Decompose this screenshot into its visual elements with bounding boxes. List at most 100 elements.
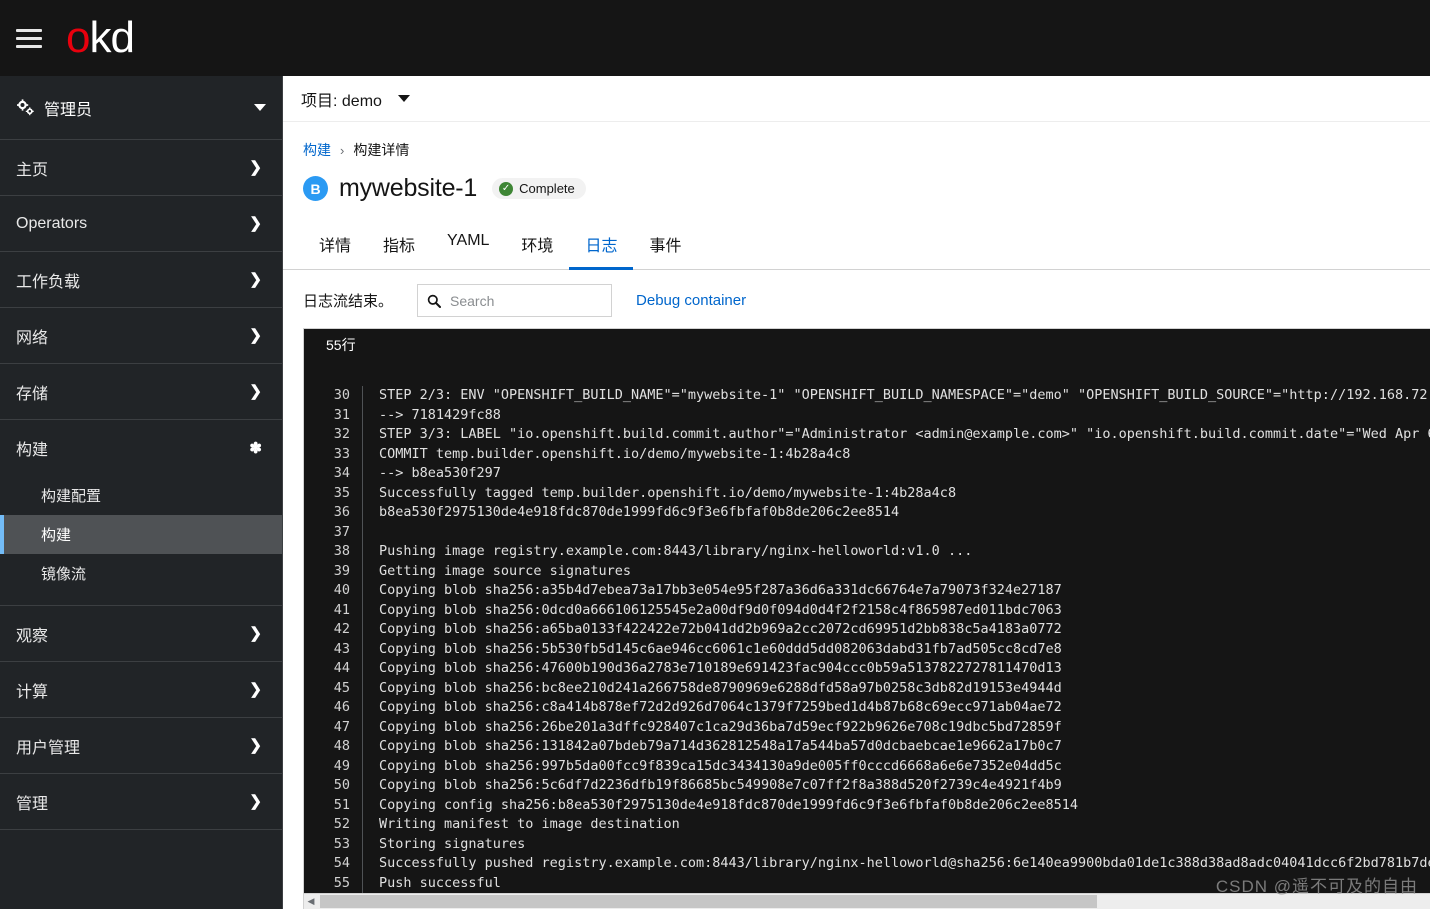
log-line-text: Getting image source signatures <box>362 561 1430 581</box>
chevron-down-icon <box>254 104 266 111</box>
log-line: 51 Copying config sha256:b8ea530f2975130d… <box>304 795 1430 815</box>
log-line: 47 Copying blob sha256:26be201a3dffc92840… <box>304 717 1430 737</box>
tab-environment[interactable]: 环境 <box>505 222 569 270</box>
sidebar-item-builds[interactable]: 构建 ✽ <box>0 420 282 476</box>
breadcrumb: 构建 › 构建详情 <box>303 140 1410 160</box>
project-selector-label[interactable]: 项目: demo <box>301 87 382 111</box>
menu-icon[interactable] <box>14 25 44 51</box>
log-line-count: 55行 <box>304 329 1430 359</box>
log-line-number: 46 <box>333 699 350 715</box>
log-line-number: 53 <box>333 835 350 852</box>
log-line-number: 34 <box>333 465 350 481</box>
log-line-text: Copying blob sha256:a35b4d7ebea73a17bb3e… <box>362 581 1430 601</box>
log-body[interactable]: 30 STEP 2/3: ENV "OPENSHIFT_BUILD_NAME"="… <box>304 359 1430 893</box>
sidebar-item-label: 工作负载 <box>16 273 81 291</box>
log-line-number: 42 <box>333 621 350 637</box>
log-line-number: 32 <box>333 426 350 442</box>
sidebar-item-observe[interactable]: 观察 ❯ <box>0 606 282 662</box>
tab-logs[interactable]: 日志 <box>569 222 634 270</box>
log-line-text: STEP 3/3: LABEL "io.openshift.build.comm… <box>362 425 1430 445</box>
tab-events[interactable]: 事件 <box>633 222 697 270</box>
log-line-number: 41 <box>333 601 350 618</box>
log-viewer: 55行 30 STEP 2/3: ENV "OPENSHIFT_BUILD_NAM… <box>303 328 1430 909</box>
project-bar: 项目: demo <box>283 76 1430 122</box>
log-line: 49 Copying blob sha256:997b5da00fcc9f839c… <box>304 756 1430 776</box>
tab-yaml[interactable]: YAML <box>431 222 505 270</box>
okd-logo[interactable]: o kd <box>66 13 135 62</box>
log-line-number: 49 <box>333 757 350 774</box>
search-input[interactable] <box>418 285 612 316</box>
sidebar-item-image-streams[interactable]: 镜像流 <box>0 554 282 593</box>
log-line-number: 39 <box>333 562 350 579</box>
chevron-right-icon: ❯ <box>249 737 262 754</box>
log-line-text: Writing manifest to image destination <box>362 815 1430 835</box>
tab-metrics[interactable]: 指标 <box>367 222 431 270</box>
sidebar-item-operators[interactable]: Operators ❯ <box>0 196 282 252</box>
log-line-number: 36 <box>333 504 350 520</box>
sidebar-item-build-configs[interactable]: 构建配置 <box>0 476 282 515</box>
sidebar-item-label: 观察 <box>16 627 49 645</box>
log-line-number: 33 <box>333 445 350 462</box>
log-line-text: COMMIT temp.builder.openshift.io/demo/my… <box>362 444 1430 464</box>
sidebar-item-user-management[interactable]: 用户管理 ❯ <box>0 718 282 774</box>
sidebar-item-builds-list[interactable]: 构建 <box>0 515 282 554</box>
log-line-text: Copying config sha256:b8ea530f2975130de4… <box>362 795 1430 815</box>
log-line-number: 38 <box>333 543 350 559</box>
sidebar-item-label: 构建 <box>16 442 49 459</box>
log-line-number: 30 <box>333 387 350 403</box>
log-line: 37 <box>304 522 1430 542</box>
log-line-text: Successfully tagged temp.builder.openshi… <box>362 483 1430 503</box>
sidebar-item-label: 存储 <box>16 385 49 403</box>
body: 管理员 主页 ❯ Operators ❯ 工作负载 ❯ 网络 ❯ 存储 ❯ 构建… <box>0 76 1430 909</box>
log-line-text: STEP 2/3: ENV "OPENSHIFT_BUILD_NAME"="my… <box>362 386 1430 406</box>
perspective-switcher[interactable]: 管理员 <box>0 76 282 140</box>
breadcrumb-parent-link[interactable]: 构建 <box>303 140 331 160</box>
log-line-text: Copying blob sha256:c8a414b878ef72d2d926… <box>362 698 1430 718</box>
horizontal-scrollbar[interactable]: ◀ <box>304 893 1430 909</box>
log-line: 46 Copying blob sha256:c8a414b878ef72d2d9… <box>304 698 1430 718</box>
sidebar-nav: 主页 ❯ Operators ❯ 工作负载 ❯ 网络 ❯ 存储 ❯ 构建 ✽ 构… <box>0 140 282 830</box>
log-line: 45 Copying blob sha256:bc8ee210d241a26675… <box>304 678 1430 698</box>
menu-bar-3 <box>16 44 42 48</box>
chevron-down-icon[interactable] <box>397 95 410 102</box>
debug-container-link[interactable]: Debug container <box>636 292 746 309</box>
log-line-text: Pushing image registry.example.com:8443/… <box>362 542 1430 562</box>
sidebar-item-administration[interactable]: 管理 ❯ <box>0 774 282 830</box>
cogs-icon <box>16 99 34 117</box>
sidebar-item-home[interactable]: 主页 ❯ <box>0 140 282 196</box>
chevron-right-icon: ❯ <box>249 271 262 288</box>
log-line-number: 52 <box>333 816 350 832</box>
perspective-label: 管理员 <box>44 101 93 119</box>
logo-o: o <box>66 13 91 62</box>
logo-kd: kd <box>89 13 134 62</box>
log-line-text: Copying blob sha256:997b5da00fcc9f839ca1… <box>362 756 1430 776</box>
search-box[interactable] <box>417 284 613 317</box>
log-line-text: Copying blob sha256:5c6df7d2236dfb19f866… <box>362 776 1430 796</box>
log-line-text: Copying blob sha256:26be201a3dffc928407c… <box>362 717 1430 737</box>
log-line-number: 54 <box>333 855 350 871</box>
log-line: 33 COMMIT temp.builder.openshift.io/demo/… <box>304 444 1430 464</box>
scroll-left-arrow[interactable]: ◀ <box>304 897 318 906</box>
sidebar-item-networking[interactable]: 网络 ❯ <box>0 308 282 364</box>
sidebar-item-workloads[interactable]: 工作负载 ❯ <box>0 252 282 308</box>
log-line-number: 55 <box>333 874 350 891</box>
sidebar-subitem-label: 镜像流 <box>41 566 87 583</box>
chevron-right-icon: ❯ <box>249 327 262 344</box>
sidebar-section-spacer <box>0 593 282 605</box>
log-line: 40 Copying blob sha256:a35b4d7ebea73a17bb… <box>304 581 1430 601</box>
log-line-number: 44 <box>333 660 350 676</box>
sidebar-item-compute[interactable]: 计算 ❯ <box>0 662 282 718</box>
log-line: 55 Push successful <box>304 873 1430 893</box>
log-line: 38 Pushing image registry.example.com:844… <box>304 542 1430 562</box>
resource-badge-build: B <box>303 176 328 201</box>
log-line-text: Copying blob sha256:131842a07bdeb79a714d… <box>362 737 1430 757</box>
sidebar-item-storage[interactable]: 存储 ❯ <box>0 364 282 420</box>
breadcrumb-separator: › <box>340 142 345 158</box>
breadcrumb-current: 构建详情 <box>353 142 410 158</box>
search-icon <box>427 294 442 308</box>
tab-details[interactable]: 详情 <box>303 222 367 270</box>
okd-console: o kd 管理员 主页 ❯ Operators ❯ 工作负载 ❯ 网络 ❯ 存储… <box>0 0 1430 909</box>
log-line-text: Copying blob sha256:5b530fb5d145c6ae946c… <box>362 639 1430 659</box>
log-line: 54 Successfully pushed registry.example.c… <box>304 854 1430 874</box>
scrollbar-thumb[interactable] <box>320 895 1097 908</box>
